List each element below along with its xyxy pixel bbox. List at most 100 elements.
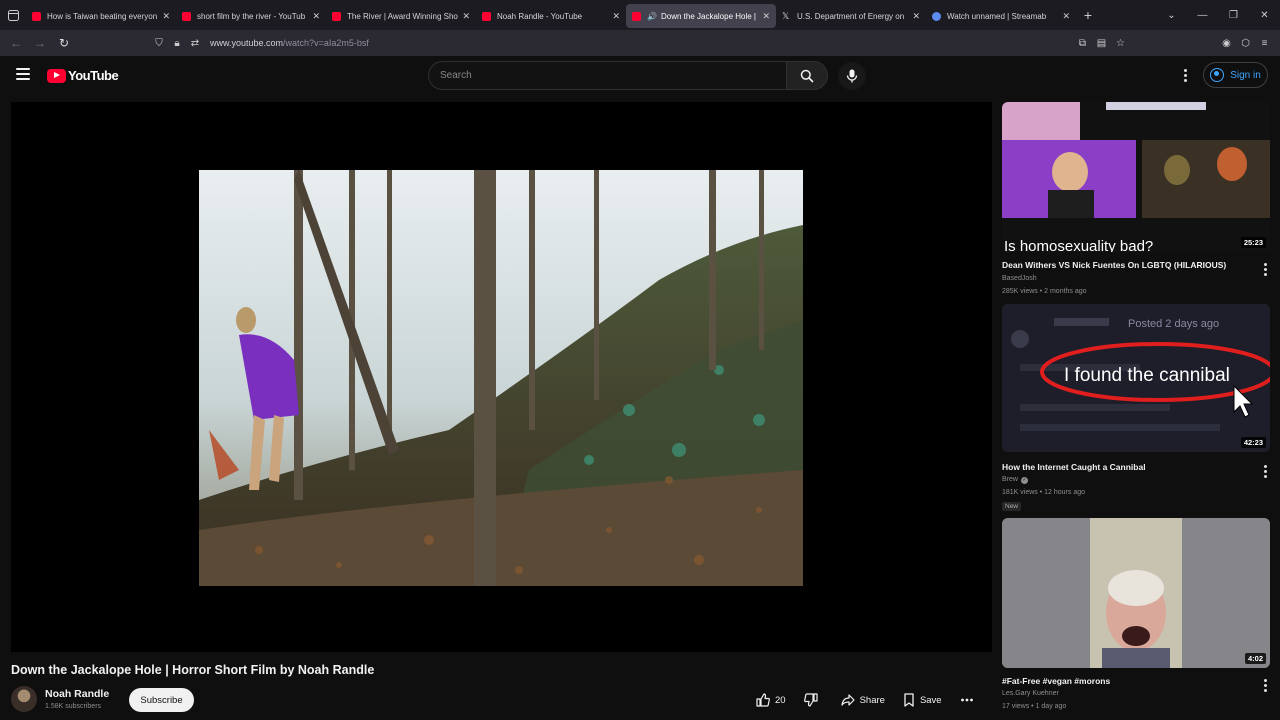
dislike-button[interactable] bbox=[803, 693, 823, 707]
menu-icon[interactable]: ≡ bbox=[1255, 38, 1274, 49]
streamable-favicon-icon bbox=[932, 11, 941, 21]
search-button[interactable] bbox=[786, 61, 828, 90]
video-title: Down the Jackalope Hole | Horror Short F… bbox=[11, 663, 375, 677]
search-icon bbox=[800, 69, 814, 83]
tab-title: Noah Randle - YouTube bbox=[497, 11, 583, 21]
share-label: Share bbox=[859, 694, 885, 706]
recommendation-menu-icon[interactable] bbox=[1262, 262, 1268, 277]
youtube-favicon-icon bbox=[182, 11, 191, 21]
thumbnail-image: Posted 2 days ago I found the cannibal bbox=[1002, 304, 1270, 452]
permissions-icon[interactable]: ⇄ bbox=[186, 38, 204, 49]
browser-tab[interactable]: short film by the river - YouTub ✕ bbox=[176, 4, 326, 28]
recommendation-menu-icon[interactable] bbox=[1262, 464, 1268, 479]
thumbnail-caption: I found the cannibal bbox=[1064, 365, 1230, 386]
close-window-icon[interactable]: ✕ bbox=[1249, 10, 1280, 21]
x-favicon-icon: 𝕏 bbox=[782, 10, 790, 21]
recommendation-channel[interactable]: Brew bbox=[1002, 476, 1018, 483]
sign-in-button[interactable]: Sign in bbox=[1203, 62, 1268, 88]
close-tab-icon[interactable]: ✕ bbox=[762, 11, 770, 22]
recommendation-title[interactable]: How the Internet Caught a Cannibal bbox=[1002, 462, 1146, 472]
new-badge: New bbox=[1002, 502, 1022, 511]
tracking-protection-icon[interactable]: ⛉ bbox=[150, 38, 168, 49]
reader-view-icon[interactable]: ▤ bbox=[1092, 38, 1111, 49]
screenshot-icon[interactable]: ⧉ bbox=[1073, 38, 1092, 49]
account-icon[interactable]: ◉ bbox=[1217, 38, 1236, 49]
subscribe-button[interactable]: Subscribe bbox=[129, 688, 194, 712]
video-owner-row: Noah Randle 1.58K subscribers Subscribe … bbox=[11, 686, 996, 716]
bookmark-star-icon[interactable]: ☆ bbox=[1111, 38, 1130, 49]
browser-tab-active[interactable]: 🔊 Down the Jackalope Hole | ✕ bbox=[626, 4, 776, 28]
close-tab-icon[interactable]: ✕ bbox=[312, 11, 320, 22]
recommendation-item[interactable]: 4:02 #Fat-Free #vegan #morons Les.Gary K… bbox=[1002, 518, 1270, 720]
verified-icon: ✓ bbox=[1020, 477, 1028, 484]
share-icon bbox=[840, 694, 855, 706]
more-horizontal-icon bbox=[960, 698, 973, 702]
reload-icon[interactable]: ↻ bbox=[52, 36, 76, 50]
thumbs-down-icon bbox=[803, 693, 818, 707]
recommendation-title[interactable]: Dean Withers VS Nick Fuentes On LGBTQ (H… bbox=[1002, 260, 1226, 270]
url-text[interactable]: www.youtube.com/watch?v=aIa2m5-bsf bbox=[210, 38, 369, 48]
subscriber-count: 1.58K subscribers bbox=[45, 703, 102, 710]
browser-tab[interactable]: Noah Randle - YouTube ✕ bbox=[476, 4, 626, 28]
audio-playing-icon[interactable]: 🔊 bbox=[647, 12, 657, 21]
more-actions-button[interactable] bbox=[960, 693, 979, 707]
youtube-favicon-icon bbox=[482, 11, 491, 21]
video-thumbnail[interactable]: Posted 2 days ago I found the cannibal 4… bbox=[1002, 304, 1270, 452]
recommendation-item[interactable]: Posted 2 days ago I found the cannibal 4… bbox=[1002, 304, 1270, 514]
close-tab-icon[interactable]: ✕ bbox=[912, 11, 920, 22]
new-tab-icon[interactable]: + bbox=[1076, 7, 1100, 23]
tab-title: Down the Jackalope Hole | bbox=[660, 11, 756, 21]
extensions-icon[interactable]: ⬡ bbox=[1236, 38, 1255, 49]
window-controls: ⌄ — ❐ ✕ bbox=[1156, 0, 1280, 30]
forward-icon[interactable]: → bbox=[28, 36, 52, 50]
minimize-icon[interactable]: — bbox=[1187, 10, 1218, 21]
voice-search-button[interactable] bbox=[838, 62, 866, 90]
recommendation-channel[interactable]: Les.Gary Kuehner bbox=[1002, 690, 1059, 697]
youtube-play-logo-icon bbox=[47, 68, 66, 83]
video-thumbnail[interactable]: Is homosexuality bad? 25:23 bbox=[1002, 102, 1270, 252]
video-thumbnail[interactable]: 4:02 bbox=[1002, 518, 1270, 668]
url-host: www.youtube.com bbox=[210, 38, 284, 48]
tab-overflow-icon[interactable]: ⌄ bbox=[1156, 10, 1187, 21]
tab-list-icon[interactable] bbox=[0, 0, 26, 30]
close-tab-icon[interactable]: ✕ bbox=[462, 11, 470, 22]
recommendation-item[interactable]: Is homosexuality bad? 25:23 Dean Withers… bbox=[1002, 102, 1270, 302]
browser-tab[interactable]: 𝕏 U.S. Department of Energy on ✕ bbox=[776, 4, 926, 28]
video-player[interactable] bbox=[11, 102, 992, 652]
recommendation-menu-icon[interactable] bbox=[1262, 678, 1268, 693]
youtube-logo[interactable]: YouTube bbox=[47, 68, 119, 83]
address-bar[interactable]: ⛉ 🔒︎ ⇄ www.youtube.com/watch?v=aIa2m5-bs… bbox=[150, 33, 1140, 53]
recommendation-meta: 17 views • 1 day ago bbox=[1002, 703, 1067, 710]
settings-more-icon[interactable] bbox=[1180, 66, 1190, 84]
like-button[interactable]: 20 bbox=[756, 693, 786, 707]
sign-in-label: Sign in bbox=[1230, 69, 1261, 81]
back-icon[interactable]: ← bbox=[4, 36, 28, 50]
guide-menu-icon[interactable] bbox=[16, 68, 30, 80]
toolbar-actions: ◉ ⬡ ≡ bbox=[1217, 30, 1274, 56]
close-tab-icon[interactable]: ✕ bbox=[162, 11, 170, 22]
channel-avatar[interactable] bbox=[11, 686, 37, 712]
browser-tab[interactable]: Watch unnamed | Streamab ✕ bbox=[926, 4, 1076, 28]
browser-tab[interactable]: The River | Award Winning Sho ✕ bbox=[326, 4, 476, 28]
video-duration: 4:02 bbox=[1244, 653, 1266, 664]
close-tab-icon[interactable]: ✕ bbox=[1062, 11, 1070, 22]
video-frame[interactable] bbox=[199, 170, 803, 586]
thumbnail-image: Is homosexuality bad? bbox=[1002, 102, 1270, 252]
video-duration: 25:23 bbox=[1240, 237, 1266, 248]
channel-name[interactable]: Noah Randle bbox=[45, 688, 109, 700]
youtube-favicon-icon bbox=[632, 11, 641, 21]
share-button[interactable]: Share bbox=[840, 693, 885, 707]
tab-title: The River | Award Winning Sho bbox=[347, 11, 458, 21]
maximize-icon[interactable]: ❐ bbox=[1218, 10, 1249, 21]
search-input[interactable] bbox=[429, 62, 786, 89]
save-button[interactable]: Save bbox=[903, 693, 942, 707]
recommendation-title[interactable]: #Fat-Free #vegan #morons bbox=[1002, 676, 1110, 686]
recommendation-channel[interactable]: BasedJosh bbox=[1002, 275, 1037, 282]
browser-tab[interactable]: How is Taiwan beating everyon ✕ bbox=[26, 4, 176, 28]
logo-text: YouTube bbox=[68, 68, 119, 83]
search-box[interactable] bbox=[428, 61, 787, 90]
url-path: /watch?v=aIa2m5-bsf bbox=[283, 38, 369, 48]
lock-icon[interactable]: 🔒︎ bbox=[168, 38, 186, 49]
close-tab-icon[interactable]: ✕ bbox=[612, 11, 620, 22]
thumbnail-subtext: Posted 2 days ago bbox=[1128, 318, 1219, 330]
